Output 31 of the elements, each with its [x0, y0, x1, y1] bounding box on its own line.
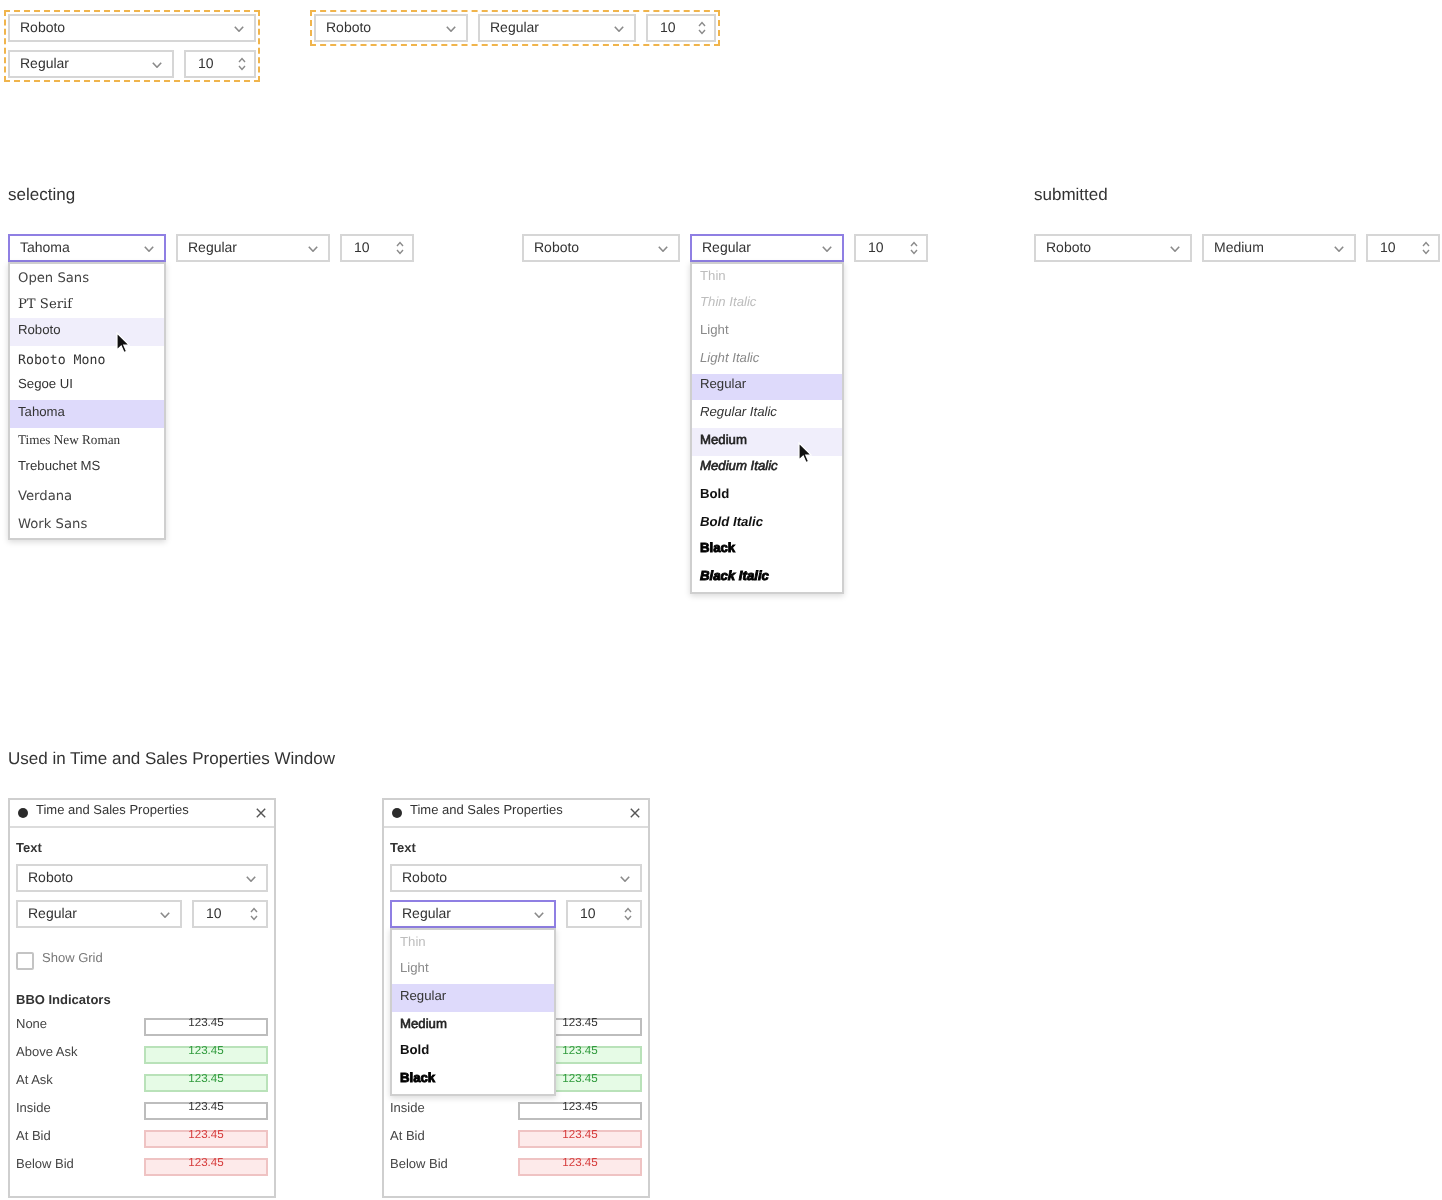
- chevron-down-icon: [160, 911, 170, 917]
- chevron-down-icon: [620, 875, 630, 881]
- up-down-arrows-icon[interactable]: [624, 906, 632, 922]
- chevron-down-icon: [144, 245, 154, 251]
- chevron-down-icon: [614, 25, 624, 31]
- chevron-down-icon: [822, 245, 832, 251]
- disc-icon: [18, 808, 28, 818]
- chevron-down-icon: [234, 25, 244, 31]
- close-icon[interactable]: [256, 808, 266, 818]
- checkbox[interactable]: [16, 952, 34, 970]
- section-heading: submitted: [1034, 182, 1108, 206]
- chevron-down-icon: [658, 245, 668, 251]
- section-heading: selecting: [8, 182, 76, 206]
- up-down-arrows-icon[interactable]: [250, 906, 258, 922]
- chevron-down-icon: [446, 25, 456, 31]
- chevron-down-icon: [152, 61, 162, 67]
- chevron-down-icon: [1170, 245, 1180, 251]
- up-down-arrows-icon[interactable]: [1422, 240, 1430, 256]
- caption-heading: Used in Time and Sales Properties Window: [8, 746, 335, 770]
- chevron-down-icon: [308, 245, 318, 251]
- up-down-arrows-icon[interactable]: [910, 240, 918, 256]
- disc-icon: [392, 808, 402, 818]
- chevron-down-icon: [246, 875, 256, 881]
- up-down-arrows-icon[interactable]: [698, 20, 706, 36]
- close-icon[interactable]: [630, 808, 640, 818]
- mouse-pointer-icon: [116, 332, 130, 355]
- up-down-arrows-icon[interactable]: [396, 240, 404, 256]
- mouse-pointer-icon: [798, 442, 812, 465]
- chevron-down-icon: [534, 911, 544, 917]
- up-down-arrows-icon[interactable]: [238, 56, 246, 72]
- chevron-down-icon: [1334, 245, 1344, 251]
